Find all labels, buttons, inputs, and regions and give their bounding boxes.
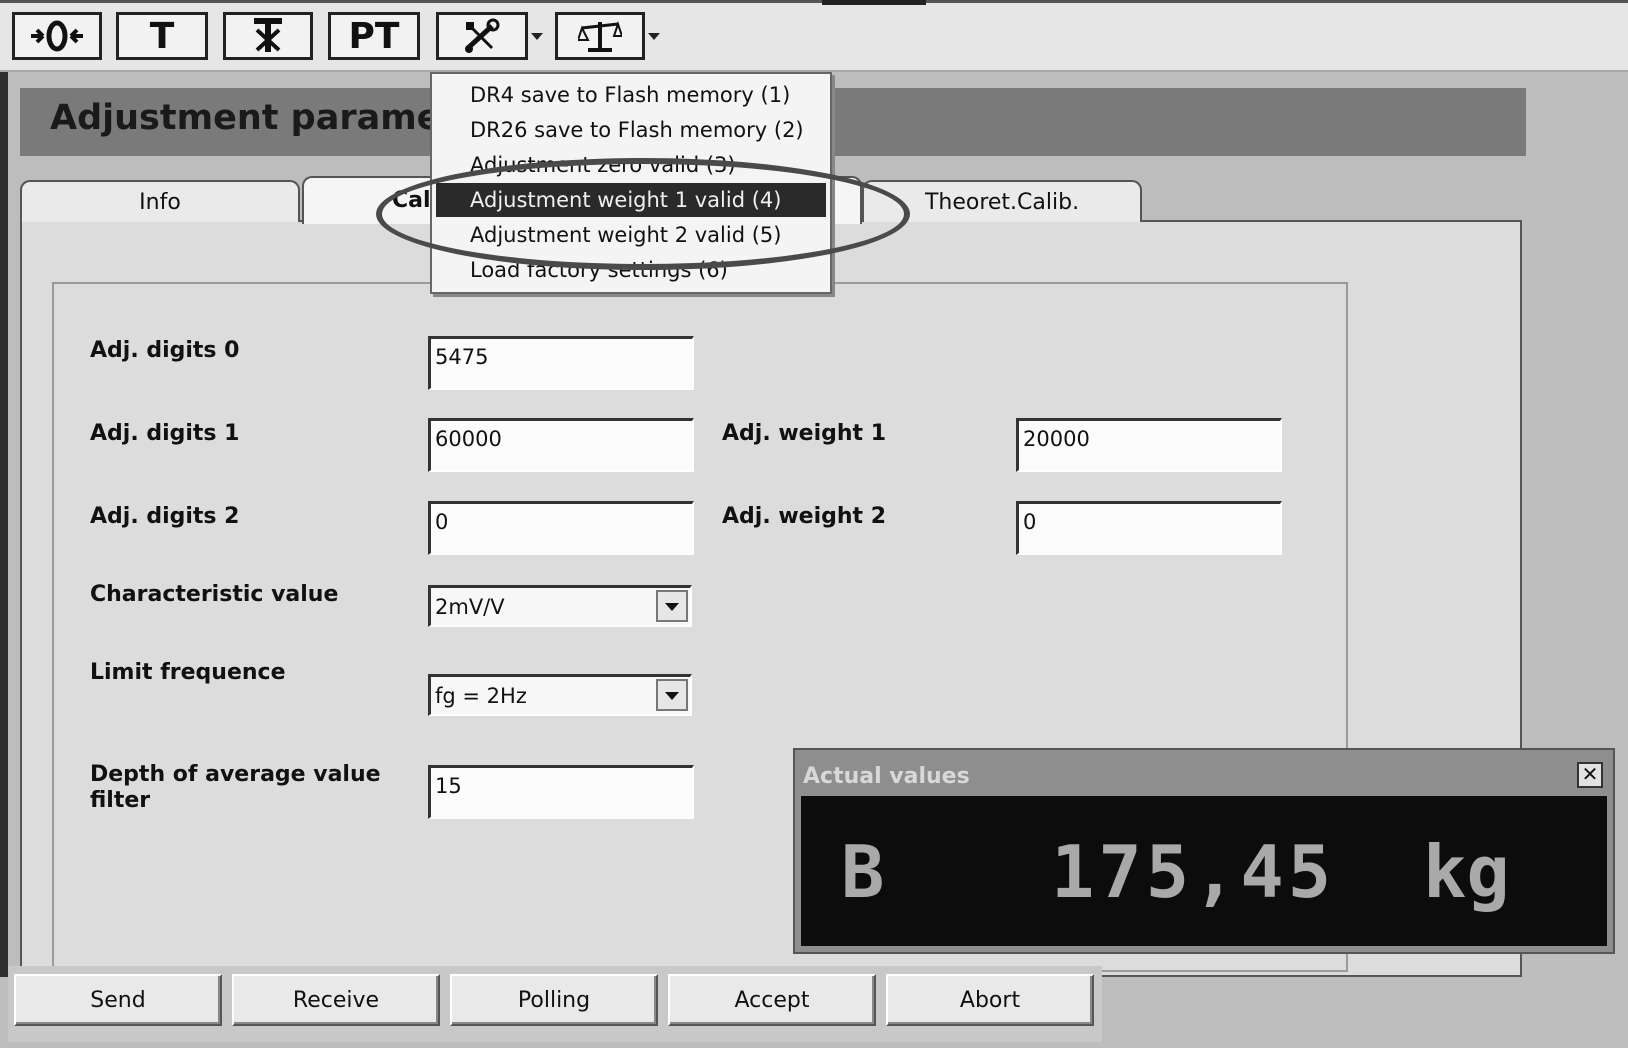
limit-frequence-select[interactable]: fg = 2Hz	[428, 674, 692, 716]
adj-weight-1-field[interactable]: 20000	[1016, 418, 1282, 472]
toolbar: T PT	[0, 0, 1628, 72]
adj-digits-2-label: Adj. digits 2	[90, 504, 240, 529]
adj-digits-1-field[interactable]: 60000	[428, 418, 694, 472]
abort-button-label: Abort	[959, 987, 1021, 1013]
zero-arrows-icon	[29, 19, 85, 53]
adj-digits-1-label: Adj. digits 1	[90, 421, 240, 446]
top-edge-mark	[822, 0, 926, 5]
scale-dropdown-arrow-icon[interactable]	[648, 33, 660, 40]
depth-filter-label-line2: filter	[90, 788, 151, 813]
page-title: Adjustment paramet	[50, 98, 458, 138]
balance-scale-icon	[578, 18, 622, 54]
tab-theoret-label: Theoret.Calib.	[924, 189, 1080, 215]
actual-values-caption: Actual values	[803, 764, 970, 789]
clear-tare-icon	[248, 16, 288, 56]
accept-button[interactable]: Accept	[668, 974, 876, 1026]
adj-weight-1-label: Adj. weight 1	[722, 421, 887, 446]
send-button[interactable]: Send	[14, 974, 222, 1026]
menu-item-dr26-save[interactable]: DR26 save to Flash memory (2)	[436, 113, 826, 147]
receive-button-label: Receive	[292, 987, 380, 1013]
adj-digits-2-field[interactable]: 0	[428, 501, 694, 555]
chevron-down-icon[interactable]	[656, 590, 688, 622]
depth-filter-field[interactable]: 15	[428, 765, 694, 819]
adj-digits-0-label: Adj. digits 0	[90, 338, 240, 363]
weight-display: B 175,45 kg	[801, 796, 1607, 946]
preset-tare-button[interactable]: PT	[328, 12, 420, 60]
tare-label: T	[149, 15, 175, 57]
tab-info[interactable]: Info	[20, 180, 300, 222]
clear-tare-button[interactable]	[223, 12, 313, 60]
limit-frequence-label: Limit frequence	[90, 660, 286, 685]
adjustment-dropdown-arrow-icon[interactable]	[531, 33, 543, 40]
left-frame-strip	[0, 72, 8, 977]
highlight-oval	[376, 158, 910, 270]
characteristic-value-label: Characteristic value	[90, 582, 339, 607]
receive-button[interactable]: Receive	[232, 974, 440, 1026]
adjustment-menu-button[interactable]	[436, 12, 528, 60]
preset-tare-label: PT	[348, 15, 400, 57]
adj-weight-2-label: Adj. weight 2	[722, 504, 887, 529]
scale-menu-button[interactable]	[555, 12, 645, 60]
tare-button[interactable]: T	[116, 12, 208, 60]
weight-mode: B	[841, 830, 885, 914]
abort-button[interactable]: Abort	[886, 974, 1094, 1026]
actual-values-window[interactable]: Actual values ✕ B 175,45 kg	[793, 748, 1615, 954]
polling-button-label: Polling	[517, 987, 591, 1013]
close-icon[interactable]: ✕	[1577, 762, 1603, 788]
tab-info-label: Info	[139, 189, 181, 215]
weight-unit: kg	[1423, 830, 1510, 914]
weight-value: 175,45	[1051, 830, 1336, 914]
chevron-down-icon[interactable]	[656, 679, 688, 711]
adj-digits-0-field[interactable]: 5475	[428, 336, 694, 390]
adj-weight-2-field[interactable]: 0	[1016, 501, 1282, 555]
send-button-label: Send	[90, 987, 146, 1013]
depth-filter-label-line1: Depth of average value	[90, 762, 381, 787]
menu-item-dr4-save[interactable]: DR4 save to Flash memory (1)	[436, 78, 826, 112]
polling-button[interactable]: Polling	[450, 974, 658, 1026]
accept-button-label: Accept	[734, 987, 810, 1013]
top-border	[0, 0, 1628, 3]
limit-frequence-selected: fg = 2Hz	[435, 684, 527, 708]
characteristic-value-select[interactable]: 2mV/V	[428, 585, 692, 627]
characteristic-value-selected: 2mV/V	[435, 595, 505, 619]
zero-button[interactable]	[12, 12, 102, 60]
tools-icon	[462, 18, 502, 54]
